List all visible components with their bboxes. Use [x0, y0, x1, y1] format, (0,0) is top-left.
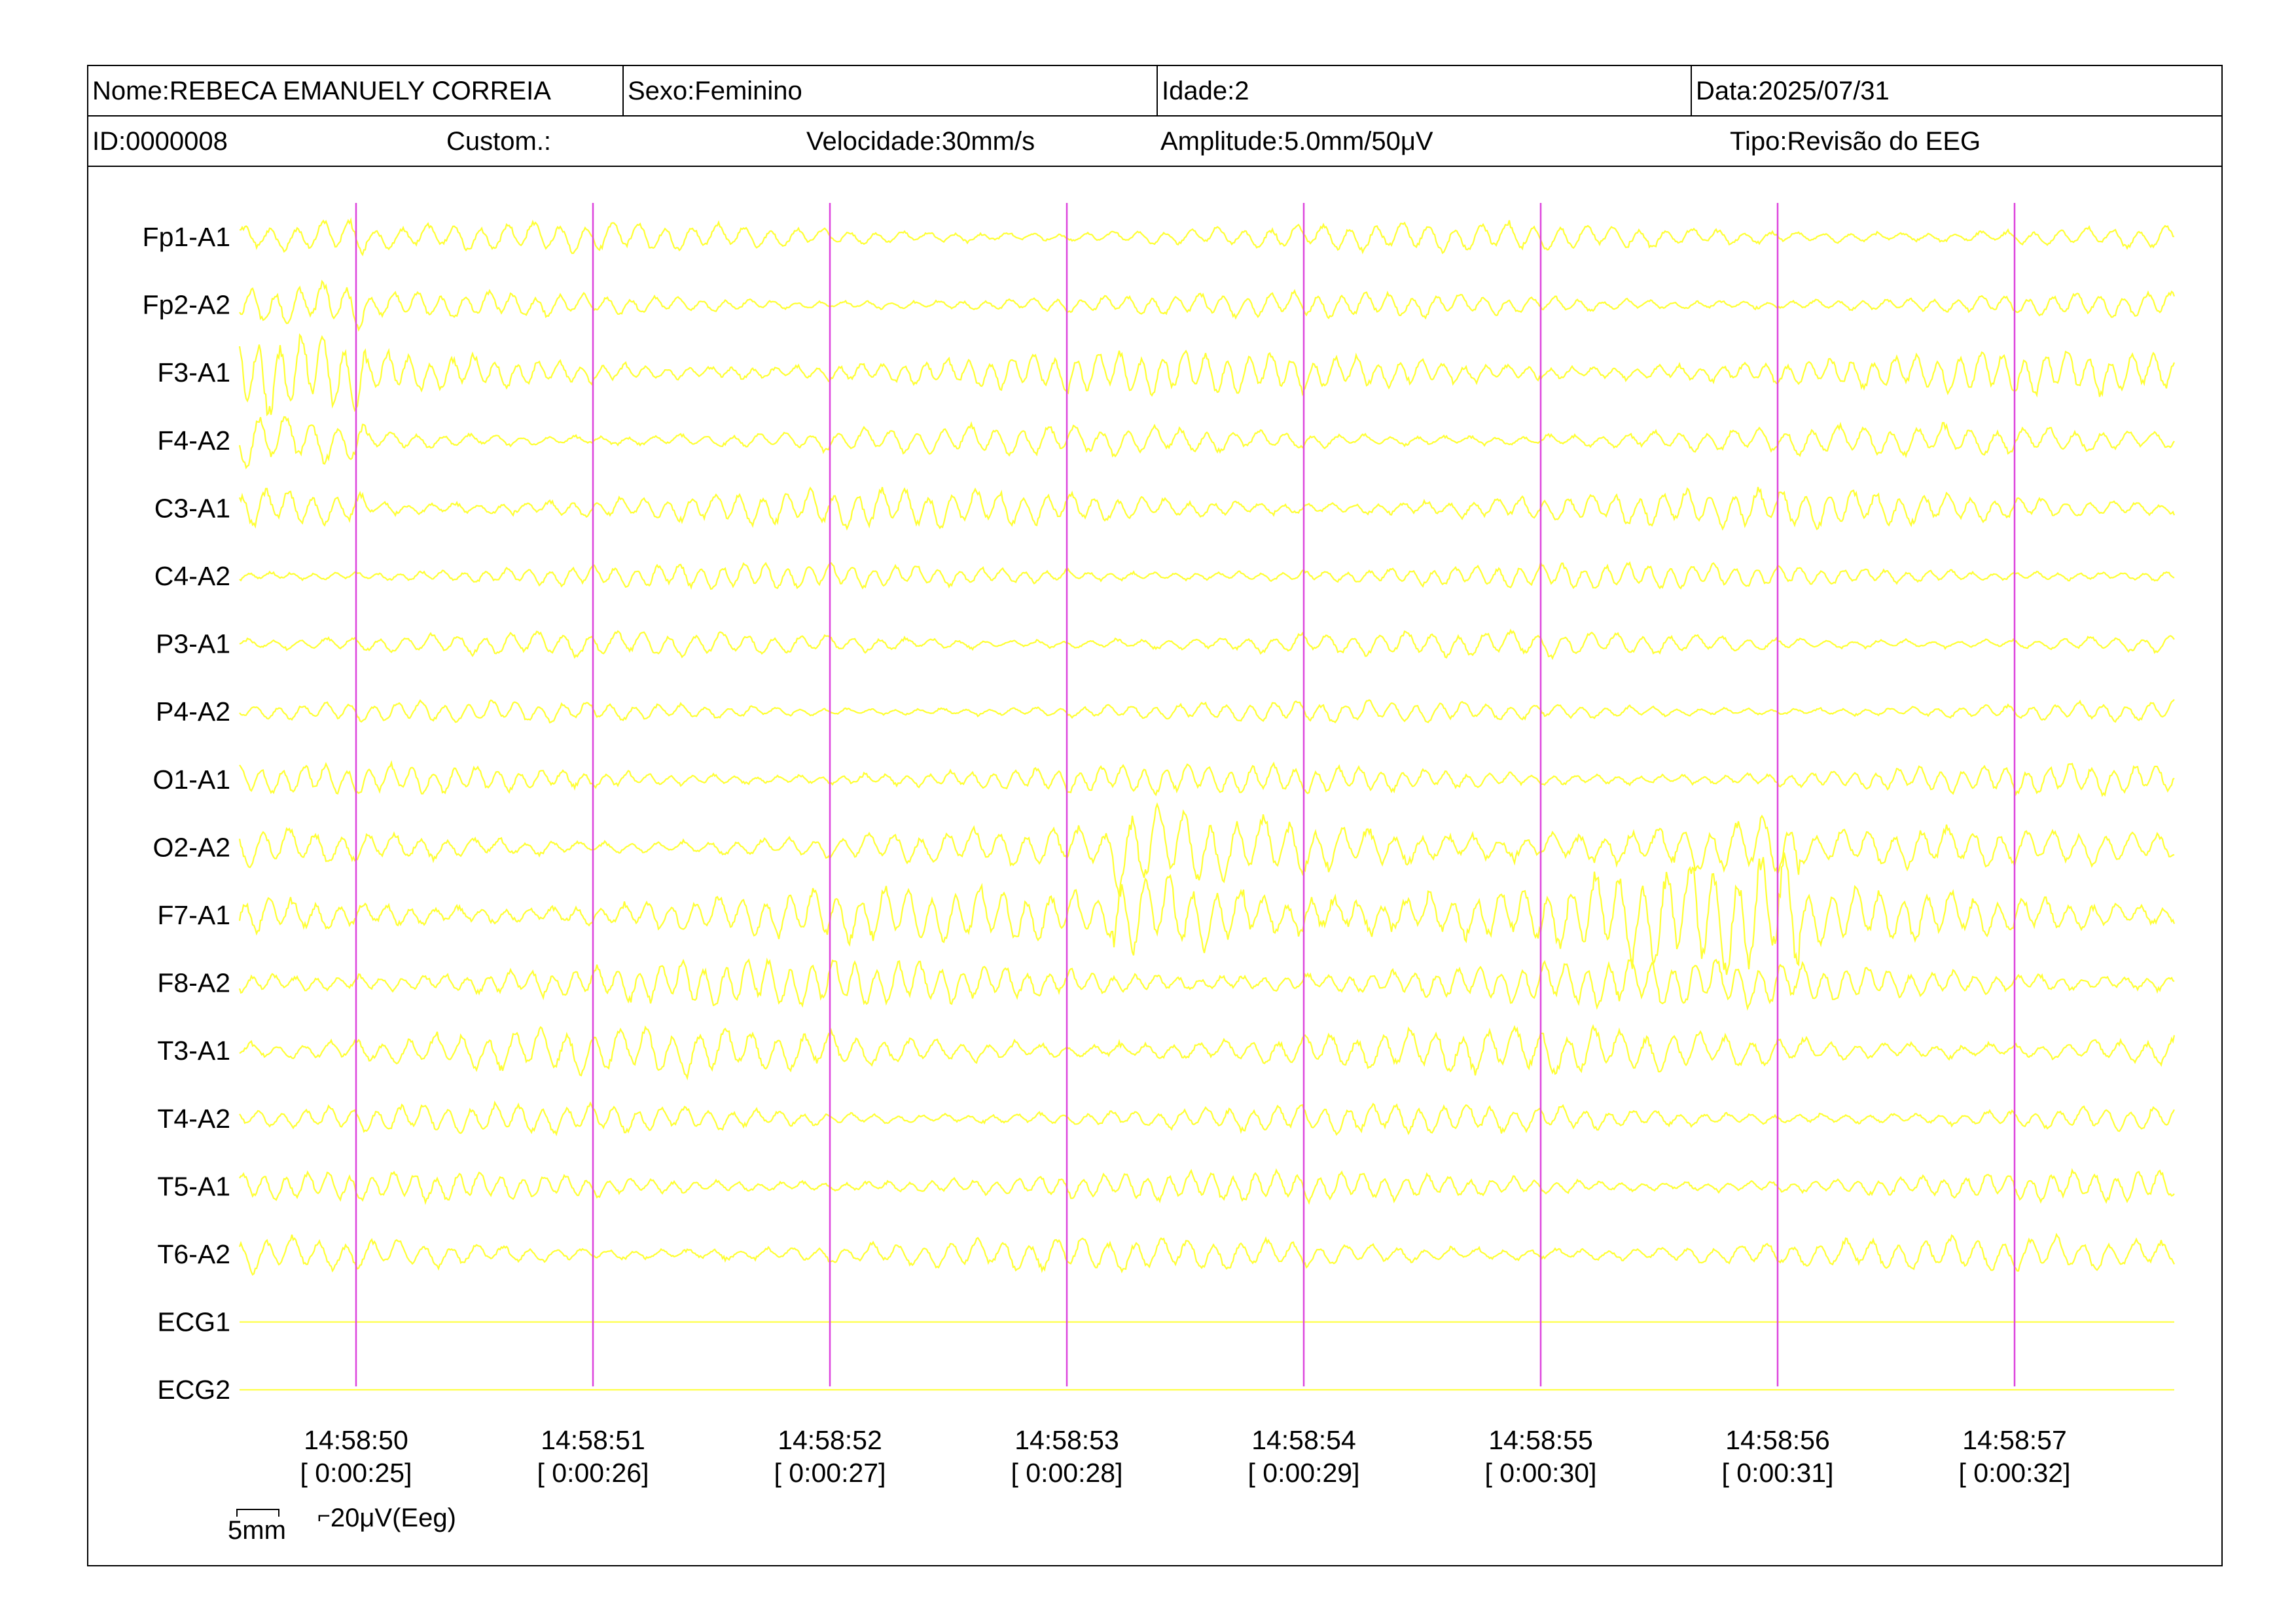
- scale-bar-graphic: [236, 1509, 279, 1517]
